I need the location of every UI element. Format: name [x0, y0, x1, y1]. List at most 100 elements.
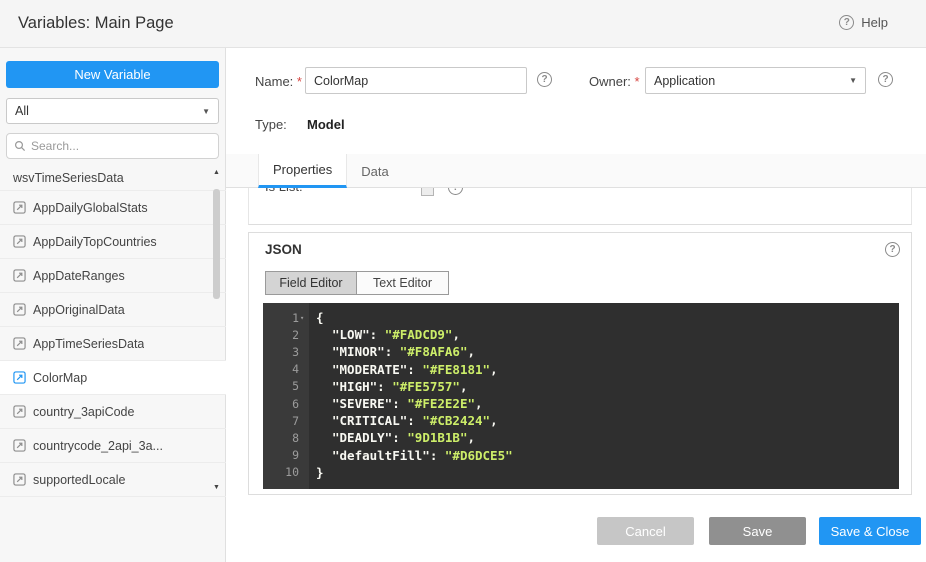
line-number: 9 — [263, 448, 309, 462]
list-item-label: AppDailyTopCountries — [33, 235, 157, 249]
list-item-label: countrycode_2api_3a... — [33, 439, 163, 453]
scroll-down-icon[interactable]: ▼ — [210, 482, 223, 494]
list-item[interactable]: AppTimeSeriesData — [0, 327, 226, 361]
list-item-selected[interactable]: ColorMap — [0, 361, 226, 395]
variable-icon — [13, 405, 26, 418]
json-key: "HIGH" — [332, 379, 377, 394]
variable-icon — [13, 201, 26, 214]
help-icon[interactable]: ? — [839, 15, 854, 30]
search-box[interactable] — [6, 133, 219, 159]
json-key: "DEADLY" — [332, 430, 392, 445]
code-line: 5 "HIGH": "#FE5757", — [263, 378, 899, 395]
name-field[interactable] — [305, 67, 527, 94]
variables-dialog: Variables: Main Page ? Help New Variable… — [0, 0, 926, 562]
tab-data[interactable]: Data — [347, 154, 402, 188]
list-item-label: supportedLocale — [33, 473, 125, 487]
type-label: Type: — [255, 117, 287, 132]
editor-mode-toggle: Field Editor Text Editor — [265, 271, 449, 295]
required-mark: * — [297, 74, 302, 89]
list-item-label: ColorMap — [33, 371, 87, 385]
code-text: { — [316, 310, 324, 325]
line-number: 7 — [263, 414, 309, 428]
page-title: Variables: Main Page — [18, 14, 174, 33]
json-code-editor[interactable]: 1▾ { 2 "LOW": "#FADCD9", 3 "MINOR": "#F8… — [263, 303, 899, 489]
list-item-label: AppOriginalData — [33, 303, 125, 317]
fold-icon[interactable]: ▾ — [300, 314, 304, 322]
scrollbar-thumb[interactable] — [213, 189, 220, 299]
variable-icon — [13, 371, 26, 384]
list-item[interactable]: AppOriginalData — [0, 293, 226, 327]
owner-label: Owner: * — [589, 74, 640, 89]
help-link[interactable]: ? Help — [839, 15, 888, 30]
owner-select[interactable]: Application ▼ — [645, 67, 866, 94]
line-number: 5 — [263, 379, 309, 393]
search-input[interactable] — [31, 139, 191, 153]
code-line: 3 "MINOR": "#F8AFA6", — [263, 343, 899, 360]
owner-selected-value: Application — [654, 74, 715, 88]
type-value: Model — [307, 117, 345, 132]
list-scrollbar[interactable]: ▲ ▼ — [210, 165, 223, 496]
name-label: Name: * — [255, 74, 302, 89]
variable-icon — [13, 439, 26, 452]
help-icon[interactable]: ? — [537, 72, 552, 87]
list-item[interactable]: AppDateRanges — [0, 259, 226, 293]
variable-icon — [13, 473, 26, 486]
variable-icon — [13, 303, 26, 316]
json-value: "#D6DCE5" — [445, 448, 513, 463]
json-key: "CRITICAL" — [332, 413, 407, 428]
variable-icon — [13, 269, 26, 282]
json-section-title: JSON — [265, 242, 302, 257]
json-panel: JSON ? Field Editor Text Editor 1▾ { 2 "… — [248, 232, 912, 495]
variable-list: wsvTimeSeriesData AppDailyGlobalStats Ap… — [0, 165, 226, 497]
required-mark: * — [635, 74, 640, 89]
filter-selected-value: All — [15, 104, 29, 118]
list-item[interactable]: AppDailyTopCountries — [0, 225, 226, 259]
header: Variables: Main Page ? Help — [0, 0, 926, 48]
scroll-up-icon[interactable]: ▲ — [210, 167, 223, 179]
line-number: 3 — [263, 345, 309, 359]
line-number: 2 — [263, 328, 309, 342]
line-number: 10 — [263, 465, 309, 479]
variable-filter-select[interactable]: All ▼ — [6, 98, 219, 124]
json-key: "MINOR" — [332, 344, 385, 359]
list-item[interactable]: supportedLocale — [0, 463, 226, 497]
list-item-label: country_3apiCode — [33, 405, 134, 419]
chevron-down-icon: ▼ — [849, 76, 857, 85]
json-key: "defaultFill" — [332, 448, 430, 463]
save-button[interactable]: Save — [709, 517, 806, 545]
help-label[interactable]: Help — [861, 15, 888, 30]
json-value: "9D1B1B" — [407, 430, 467, 445]
list-item[interactable]: AppDailyGlobalStats — [0, 191, 226, 225]
tab-bar: Properties Data — [226, 154, 926, 188]
code-lines: 1▾ { 2 "LOW": "#FADCD9", 3 "MINOR": "#F8… — [263, 303, 899, 481]
field-editor-button[interactable]: Field Editor — [265, 271, 357, 295]
search-icon — [14, 140, 26, 152]
code-line: 9 "defaultFill": "#D6DCE5" — [263, 447, 899, 464]
list-item-label: AppDailyGlobalStats — [33, 201, 148, 215]
list-item[interactable]: wsvTimeSeriesData — [0, 165, 226, 191]
list-item-label: AppTimeSeriesData — [33, 337, 144, 351]
json-value: "#FE5757" — [392, 379, 460, 394]
json-value: "#F8AFA6" — [400, 344, 468, 359]
code-line: 2 "LOW": "#FADCD9", — [263, 326, 899, 343]
json-value: "#FADCD9" — [385, 327, 453, 342]
code-line: 10 } — [263, 464, 899, 481]
new-variable-button[interactable]: New Variable — [6, 61, 219, 88]
variable-icon — [13, 235, 26, 248]
chevron-down-icon: ▼ — [202, 107, 210, 116]
help-icon[interactable]: ? — [885, 242, 900, 257]
text-editor-button[interactable]: Text Editor — [357, 271, 449, 295]
code-line: 7 "CRITICAL": "#CB2424", — [263, 412, 899, 429]
json-value: "#CB2424" — [422, 413, 490, 428]
list-item[interactable]: countrycode_2api_3a... — [0, 429, 226, 463]
properties-box — [248, 187, 912, 225]
list-item[interactable]: country_3apiCode — [0, 395, 226, 429]
sidebar: New Variable All ▼ wsvTimeSeriesData App… — [0, 48, 226, 562]
cancel-button[interactable]: Cancel — [597, 517, 694, 545]
code-line: 6 "SEVERE": "#FE2E2E", — [263, 395, 899, 412]
help-icon[interactable]: ? — [878, 72, 893, 87]
save-and-close-button[interactable]: Save & Close — [819, 517, 921, 545]
list-item-label: AppDateRanges — [33, 269, 125, 283]
tab-properties[interactable]: Properties — [258, 154, 347, 188]
code-text: } — [316, 465, 324, 480]
